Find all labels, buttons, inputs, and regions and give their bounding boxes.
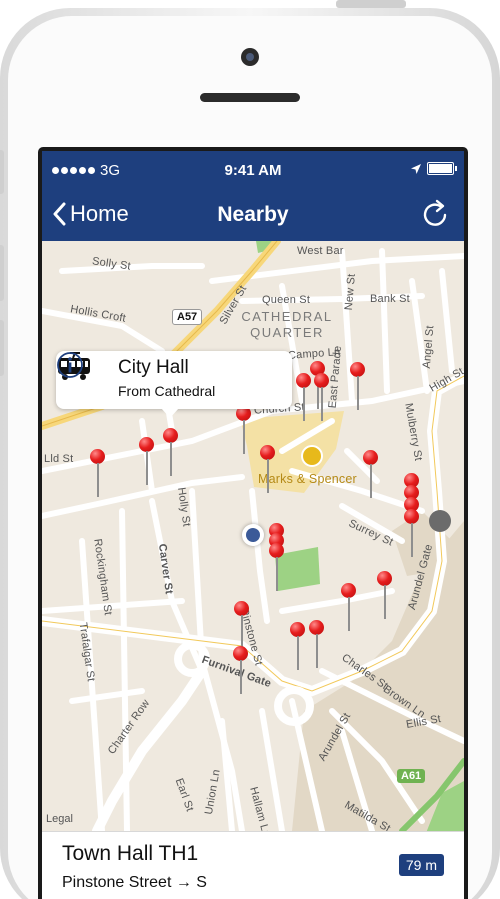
battery-icon (427, 162, 457, 175)
callout-title: City Hall (118, 357, 189, 378)
location-arrow-icon (411, 163, 421, 174)
current-location-marker (242, 524, 264, 546)
shopping-bag-icon (306, 449, 318, 461)
nearest-stop-panel[interactable]: Town Hall TH1 Pinstone Street → S 79 m (42, 831, 464, 899)
legal-link[interactable]: Legal (46, 813, 73, 825)
phone-screen: 3G 9:41 AM Home Nearby West Bar Solly St… (42, 151, 464, 899)
stop-pin[interactable] (236, 406, 252, 468)
back-label: Home (70, 201, 129, 226)
stop-pin[interactable] (90, 449, 106, 511)
road-label: Queen St (262, 294, 311, 306)
stop-pin[interactable] (377, 571, 393, 633)
stop-pin[interactable] (163, 428, 179, 490)
stop-name: Town Hall TH1 (62, 842, 199, 865)
map-view[interactable]: West Bar Solly St Hollis Croft Silver St… (42, 241, 464, 831)
stop-pin[interactable] (404, 509, 420, 571)
chevron-left-icon (53, 202, 66, 226)
district-label: CATHEDRAL QUARTER (241, 309, 333, 340)
stop-pin[interactable] (139, 437, 155, 499)
stop-pin[interactable] (314, 373, 330, 435)
navigation-bar: Home Nearby (42, 191, 464, 241)
stop-pin[interactable] (341, 583, 357, 645)
route-shield-a57: A57 (172, 309, 203, 325)
stop-pin[interactable] (350, 362, 366, 424)
stop-pin[interactable] (363, 450, 379, 512)
stop-callout[interactable]: City Hall From Cathedral (56, 351, 292, 418)
road-label: Lld St (44, 453, 74, 465)
stop-pin[interactable] (269, 543, 285, 605)
stop-pin[interactable] (290, 622, 306, 684)
stop-pin[interactable] (309, 620, 325, 682)
refresh-icon[interactable] (418, 198, 452, 232)
app-screen: 3G 9:41 AM Home Nearby West Bar Solly St… (0, 0, 500, 899)
callout-subtitle: From Cathedral (118, 383, 216, 399)
status-bar: 3G 9:41 AM (42, 151, 464, 191)
stop-street: Pinstone Street → S (62, 874, 207, 891)
stop-pin[interactable] (233, 646, 249, 708)
status-time: 9:41 AM (224, 162, 282, 179)
distance-badge: 79 m (398, 854, 444, 876)
back-button[interactable]: Home (52, 201, 129, 227)
route-shield-a61: A61 (397, 769, 426, 783)
cinema-icon (430, 511, 450, 531)
stop-pin[interactable] (260, 445, 276, 507)
info-icon[interactable] (56, 351, 84, 379)
road-label: West Bar (297, 245, 344, 257)
road-label: Bank St (370, 293, 410, 305)
